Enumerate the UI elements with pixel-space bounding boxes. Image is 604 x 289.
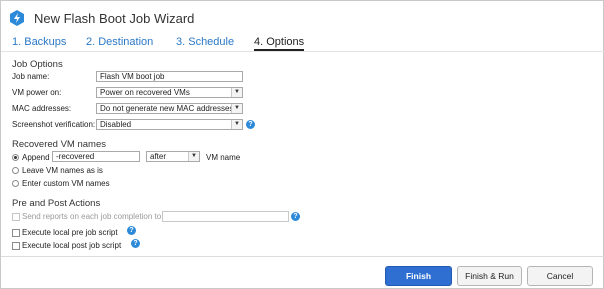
window-title: New Flash Boot Job Wizard: [34, 11, 195, 26]
help-icon[interactable]: ?: [246, 120, 255, 129]
leave-names-radio[interactable]: [12, 167, 19, 174]
screenshot-verification-select[interactable]: Disabled ▼: [96, 119, 243, 130]
job-options-heading: Job Options: [12, 59, 63, 70]
wizard-window: New Flash Boot Job Wizard 1. Backups 2. …: [0, 0, 604, 289]
send-reports-email-input[interactable]: [162, 211, 289, 222]
job-name-input[interactable]: Flash VM boot job: [96, 71, 243, 82]
append-position-value: after: [150, 152, 167, 161]
footer-divider: [1, 256, 604, 257]
chevron-down-icon: ▼: [231, 120, 242, 129]
vm-power-on-label: VM power on:: [12, 88, 62, 97]
job-name-label: Job name:: [12, 72, 50, 81]
screenshot-verification-value: Disabled: [100, 120, 132, 129]
tab-schedule[interactable]: 3. Schedule: [176, 36, 234, 48]
cancel-button[interactable]: Cancel: [527, 266, 593, 286]
tab-destination[interactable]: 2. Destination: [86, 36, 153, 48]
tab-options[interactable]: 4. Options: [254, 36, 305, 51]
mac-addresses-value: Do not generate new MAC addresses: [100, 104, 234, 113]
custom-names-radio[interactable]: [12, 180, 19, 187]
custom-names-label: Enter custom VM names: [22, 179, 110, 188]
recovered-vm-names-heading: Recovered VM names: [12, 139, 106, 150]
append-label: Append: [22, 153, 50, 162]
tab-divider: [1, 51, 604, 52]
finish-button[interactable]: Finish: [385, 266, 452, 286]
screenshot-verification-label: Screenshot verification:: [12, 120, 96, 129]
vm-power-on-value: Power on recovered VMs: [100, 88, 190, 97]
mac-addresses-label: MAC addresses:: [12, 104, 72, 113]
tab-backups[interactable]: 1. Backups: [12, 36, 66, 48]
help-icon[interactable]: ?: [131, 239, 140, 248]
pre-script-label: Execute local pre job script: [22, 228, 118, 237]
vm-name-label: VM name: [206, 153, 241, 162]
append-suffix-input[interactable]: -recovered: [52, 151, 140, 162]
leave-names-label: Leave VM names as is: [22, 166, 103, 175]
help-icon[interactable]: ?: [291, 212, 300, 221]
finish-run-button[interactable]: Finish & Run: [457, 266, 522, 286]
chevron-down-icon: ▼: [231, 88, 242, 97]
append-radio[interactable]: [12, 154, 19, 161]
wizard-tabs: 1. Backups 2. Destination 3. Schedule 4.…: [1, 36, 604, 51]
chevron-down-icon: ▼: [231, 104, 242, 113]
post-script-checkbox[interactable]: [12, 242, 20, 250]
pre-script-checkbox[interactable]: [12, 229, 20, 237]
send-reports-label: Send reports on each job completion to:: [22, 212, 164, 221]
post-script-label: Execute local post job script: [22, 241, 122, 250]
vm-power-on-select[interactable]: Power on recovered VMs ▼: [96, 87, 243, 98]
chevron-down-icon: ▼: [188, 152, 199, 161]
pre-post-actions-heading: Pre and Post Actions: [12, 198, 101, 209]
help-icon[interactable]: ?: [127, 226, 136, 235]
send-reports-checkbox[interactable]: [12, 213, 20, 221]
mac-addresses-select[interactable]: Do not generate new MAC addresses ▼: [96, 103, 243, 114]
flash-boot-icon: [10, 10, 24, 26]
append-position-select[interactable]: after ▼: [146, 151, 200, 162]
